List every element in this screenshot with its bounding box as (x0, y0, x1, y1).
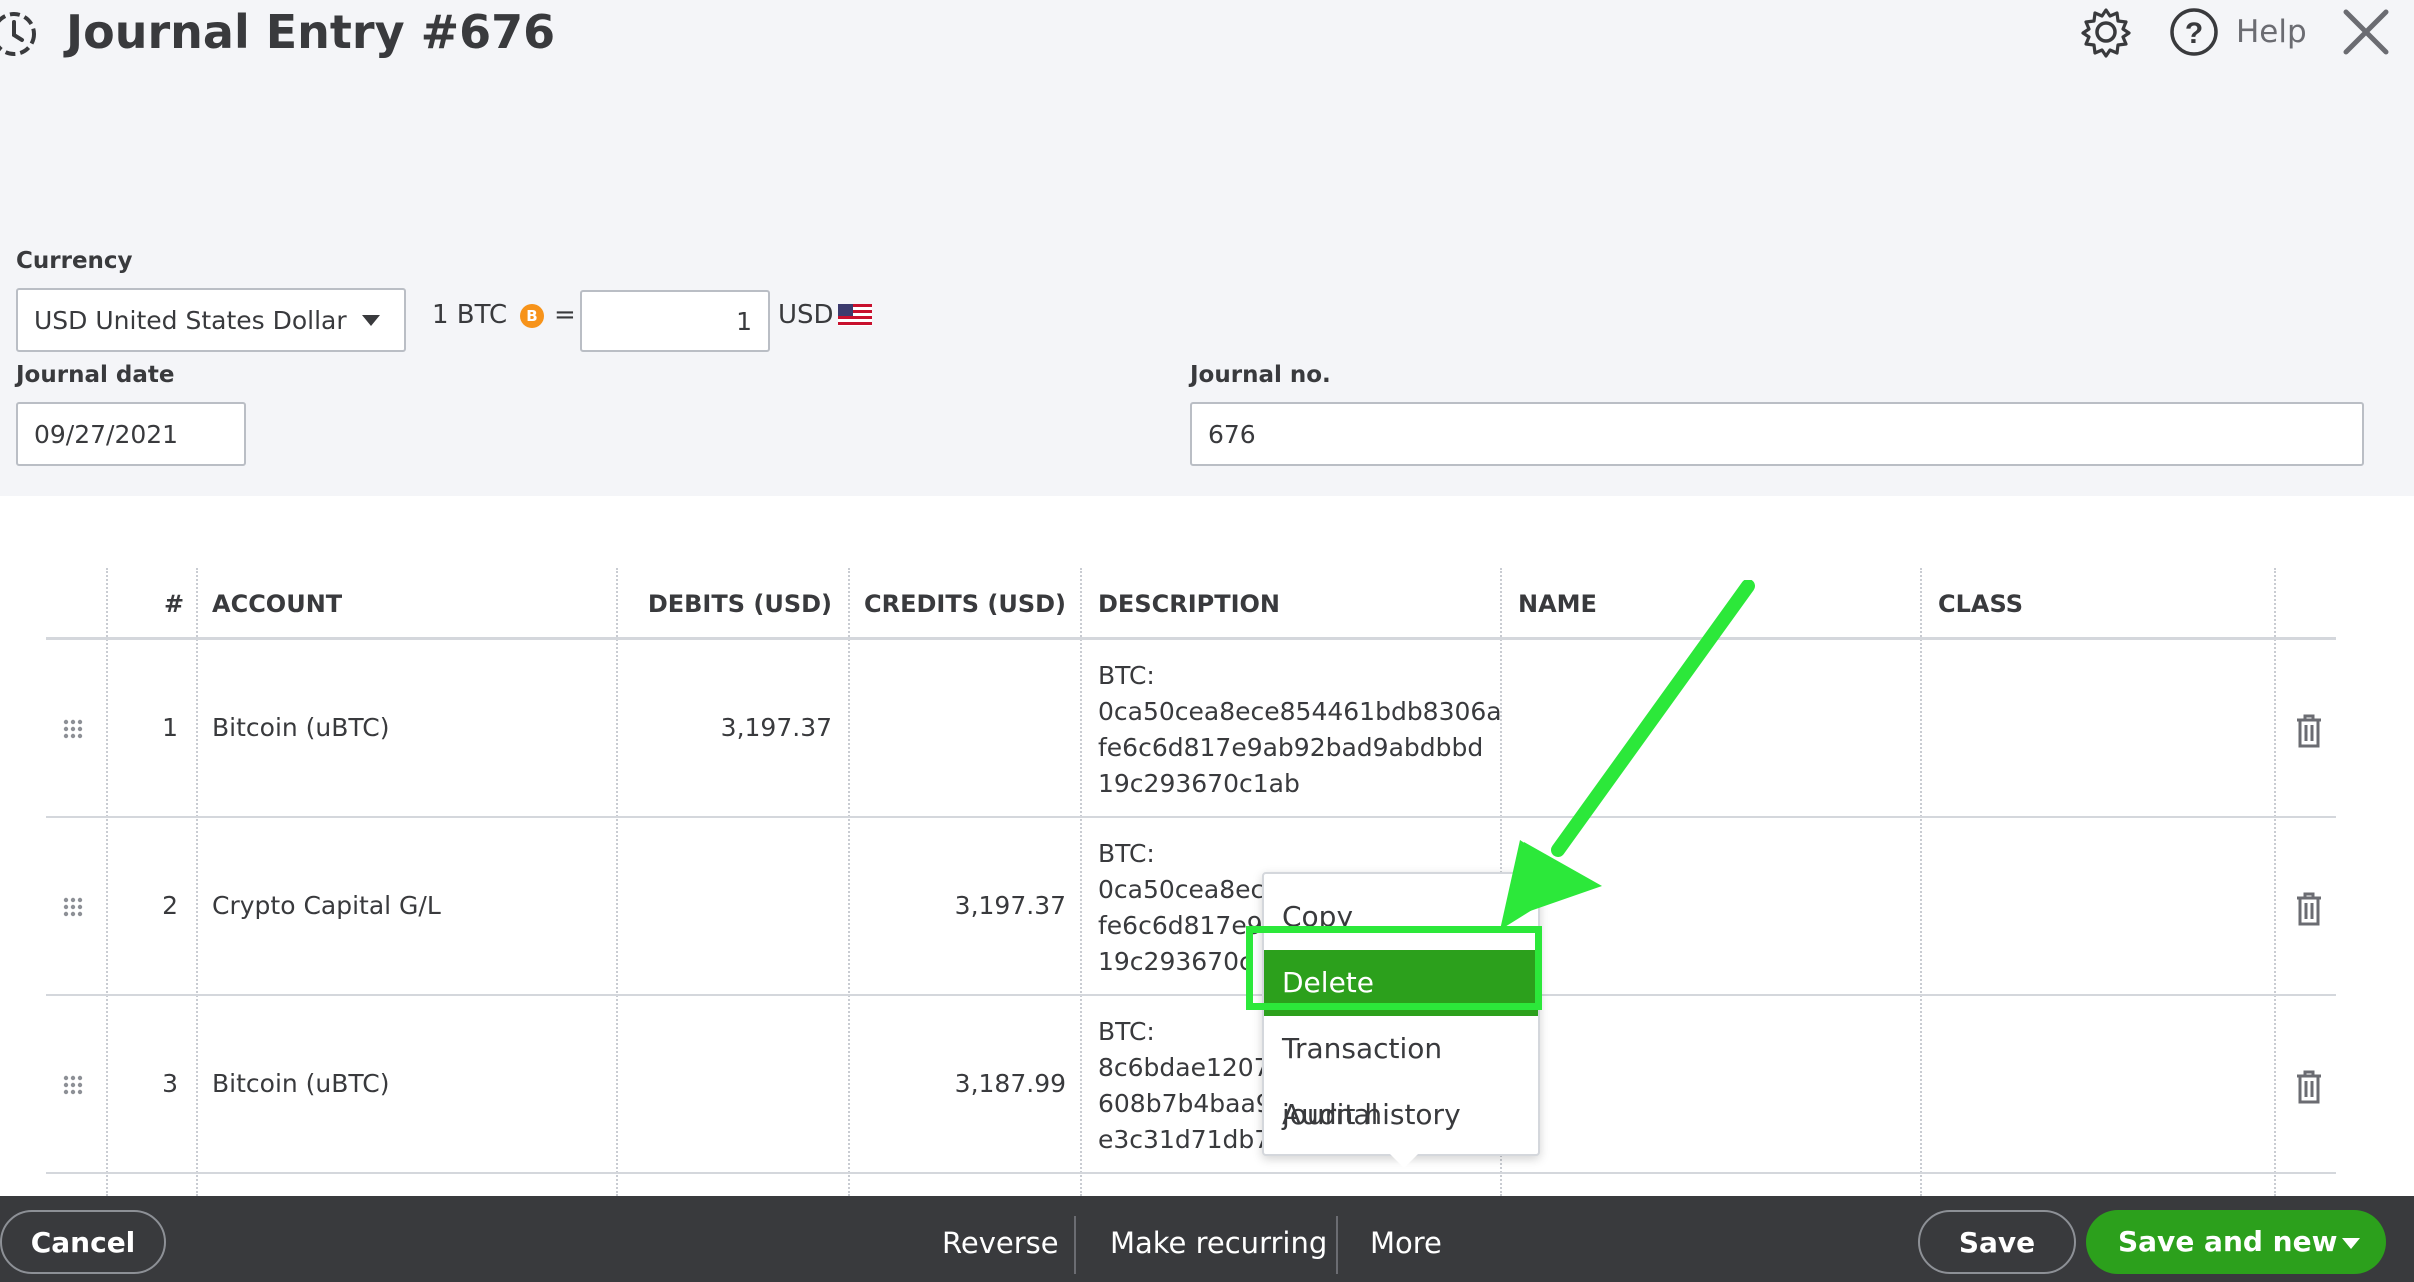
header-class[interactable]: CLASS (1938, 568, 2023, 640)
trash-icon[interactable] (2294, 890, 2324, 926)
more-button[interactable]: More (1370, 1196, 1442, 1282)
account-cell[interactable]: Bitcoin (uBTC) (212, 710, 389, 746)
journal-no-label: Journal no. (1190, 362, 1331, 388)
header-num: # (164, 590, 185, 618)
header-account[interactable]: ACCOUNT (212, 568, 342, 640)
history-icon[interactable] (0, 6, 42, 62)
page-title: Journal Entry #676 (66, 5, 556, 59)
header-description[interactable]: DESCRIPTION (1098, 568, 1280, 640)
make-recurring-button[interactable]: Make recurring (1110, 1196, 1327, 1282)
debits-cell[interactable]: 3,197.37 (616, 710, 832, 746)
journal-date-value: 09/27/2021 (34, 419, 179, 449)
rate-equals: = (554, 300, 576, 330)
save-and-new-button[interactable]: Save and new (2086, 1210, 2386, 1274)
help-link[interactable]: Help (2236, 10, 2307, 54)
drag-handle-icon[interactable] (62, 1074, 84, 1096)
description-cell[interactable]: BTC: 8c6bdae1207 608b7b4baa9 e3c31d71db7 (1098, 1014, 1272, 1158)
footer-divider (1074, 1216, 1076, 1274)
rate-suffix: USD (778, 300, 834, 330)
close-icon[interactable] (2338, 4, 2394, 60)
journal-no-input[interactable]: 676 (1190, 402, 2364, 466)
trash-icon[interactable] (2294, 1068, 2324, 1104)
menu-item-transaction-journal[interactable]: Transaction journal (1264, 1016, 1538, 1131)
header-credits[interactable]: CREDITS (USD) (848, 568, 1066, 640)
currency-select[interactable]: USD United States Dollar (16, 288, 406, 352)
svg-text:?: ? (2185, 17, 2203, 50)
currency-label: Currency (16, 248, 133, 274)
account-cell[interactable]: Bitcoin (uBTC) (212, 1066, 389, 1102)
annotation-arrow-icon (1500, 580, 1755, 930)
description-cell[interactable]: BTC: 0ca50cea8ece854461bdb8306a fe6c6d81… (1098, 658, 1502, 802)
save-and-new-label: Save and new (2118, 1225, 2338, 1258)
drag-handle-icon[interactable] (62, 718, 84, 740)
footer-divider (1336, 1216, 1338, 1274)
table-row[interactable]: 3 Bitcoin (uBTC) 3,187.99 BTC: 8c6bdae12… (46, 996, 2336, 1174)
chevron-down-icon (362, 314, 380, 326)
save-button[interactable]: Save (1918, 1210, 2076, 1274)
chevron-down-icon[interactable] (2342, 1238, 2360, 1249)
exchange-rate-value: 1 (736, 306, 752, 336)
account-cell[interactable]: Crypto Capital G/L (212, 888, 441, 924)
footer-bar: Cancel Reverse Make recurring More Save … (0, 1196, 2414, 1282)
table-row[interactable]: 1 Bitcoin (uBTC) 3,197.37 BTC: 0ca50cea8… (46, 640, 2336, 818)
table-header-row: # ACCOUNT DEBITS (USD) CREDITS (USD) DES… (46, 568, 2336, 640)
row-num: 3 (162, 1069, 178, 1098)
us-flag-icon (838, 304, 872, 326)
rate-prefix: 1 BTC (432, 300, 508, 330)
header-debits[interactable]: DEBITS (USD) (616, 568, 832, 640)
menu-pointer (1390, 1154, 1418, 1168)
gear-icon[interactable] (2078, 4, 2134, 60)
trash-icon[interactable] (2294, 712, 2324, 748)
table-row[interactable]: 2 Crypto Capital G/L 3,197.37 BTC: 0ca50… (46, 818, 2336, 996)
row-num: 2 (162, 891, 178, 920)
journal-date-input[interactable]: 09/27/2021 (16, 402, 246, 466)
row-num: 1 (162, 713, 178, 742)
drag-handle-icon[interactable] (62, 896, 84, 918)
journal-no-value: 676 (1208, 419, 1256, 449)
credits-cell[interactable]: 3,187.99 (848, 1066, 1066, 1102)
help-icon[interactable]: ? (2166, 4, 2222, 60)
currency-value: USD United States Dollar (34, 305, 347, 335)
bitcoin-icon: B (520, 304, 544, 328)
credits-cell[interactable]: 3,197.37 (848, 888, 1066, 924)
reverse-button[interactable]: Reverse (942, 1196, 1059, 1282)
journal-date-label: Journal date (16, 362, 175, 388)
menu-item-audit-history[interactable]: Audit history (1264, 1082, 1538, 1148)
form-header: Journal Entry #676 ? Help Currency USD U… (0, 0, 2414, 496)
exchange-rate-input[interactable]: 1 (580, 290, 770, 352)
cancel-button[interactable]: Cancel (0, 1210, 166, 1274)
